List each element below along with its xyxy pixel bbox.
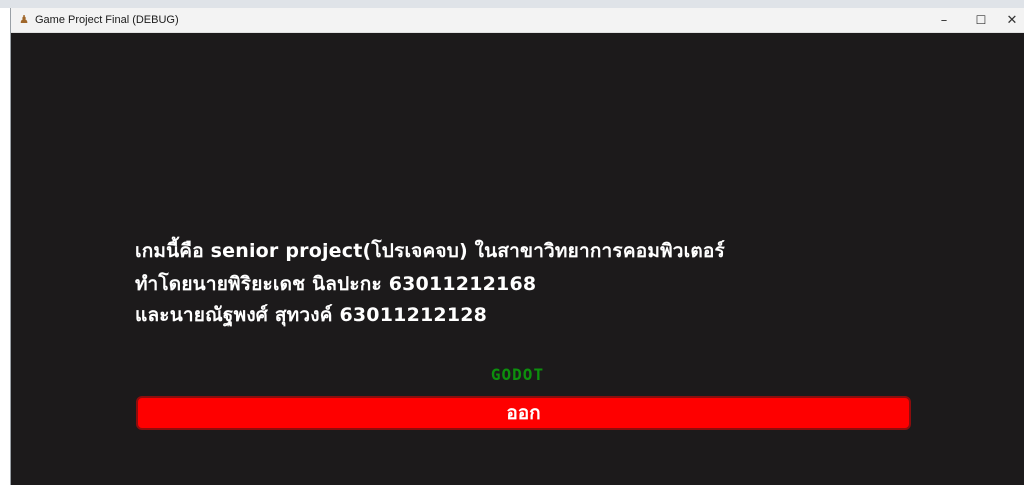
minimize-button[interactable]: – — [926, 8, 962, 33]
info-line-author-2: และนายณัฐพงศ์ สุทวงค์ 63011212128 — [135, 304, 488, 326]
info-line-author-1: ทำโดยนายพิริยะเดช นิลปะกะ 63011212168 — [135, 273, 537, 295]
engine-label: GODOT — [490, 365, 545, 384]
info-line-project: เกมนี้คือ senior project(โปรเจคจบ) ในสาข… — [135, 240, 725, 262]
exit-button[interactable]: ออก — [136, 396, 911, 430]
window-title: Game Project Final (DEBUG) — [35, 14, 179, 26]
screen: ♟ Game Project Final (DEBUG) – ☐ ✕ เกมนี… — [0, 0, 1024, 485]
game-window: ♟ Game Project Final (DEBUG) – ☐ ✕ เกมนี… — [10, 8, 1024, 485]
close-button[interactable]: ✕ — [999, 8, 1024, 33]
game-viewport: เกมนี้คือ senior project(โปรเจคจบ) ในสาข… — [11, 33, 1024, 485]
window-titlebar[interactable]: ♟ Game Project Final (DEBUG) – ☐ ✕ — [11, 8, 1024, 33]
maximize-button[interactable]: ☐ — [963, 8, 999, 33]
desktop-background — [0, 0, 1024, 8]
godot-app-icon: ♟ — [19, 13, 29, 26]
